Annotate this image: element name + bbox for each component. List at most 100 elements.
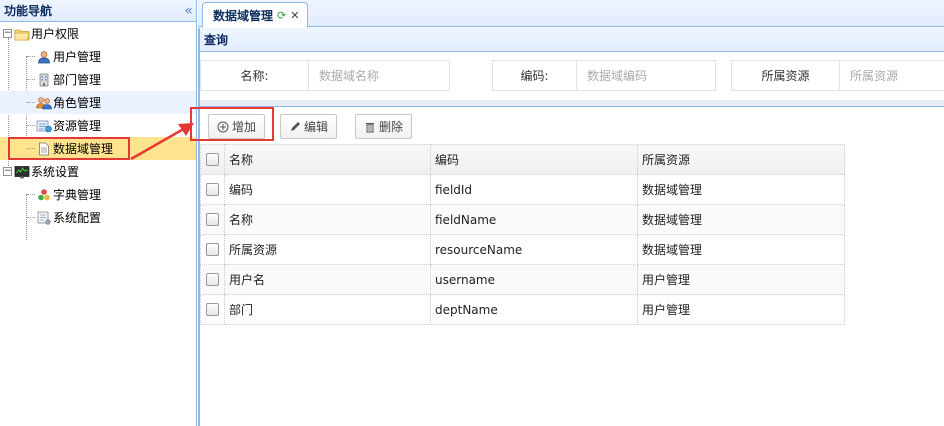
tab-label: 数据域管理 (213, 8, 274, 23)
select-all-checkbox[interactable] (206, 153, 219, 166)
resource-field-label: 所属资源 (732, 61, 840, 90)
collapse-icon[interactable]: « (184, 3, 192, 19)
folder-open-icon (14, 26, 30, 42)
tree-node-label: 用户权限 (31, 27, 80, 41)
cell-code: fieldName (430, 204, 638, 235)
code-query-field: 编码: (492, 60, 716, 91)
role-group-icon (36, 95, 52, 111)
delete-button[interactable]: 删除 (355, 114, 413, 139)
row-checkbox-cell[interactable] (200, 234, 225, 265)
dictionary-icon (36, 187, 52, 203)
cell-code: fieldId (430, 174, 638, 205)
cell-name: 编码 (224, 174, 431, 205)
tree-branch-line (27, 194, 35, 195)
table-row[interactable]: 编码 fieldId 数据域管理 (200, 174, 845, 205)
tree-branch-line (27, 56, 35, 57)
cell-resource: 用户管理 (637, 294, 845, 325)
tree-branch-line (27, 79, 35, 80)
tree-node-label: 系统设置 (31, 165, 80, 179)
row-checkbox[interactable] (206, 243, 219, 256)
selection-highlight-box (8, 137, 130, 160)
column-header-name[interactable]: 名称 (224, 144, 431, 175)
column-header-resource[interactable]: 所属资源 (637, 144, 845, 175)
cell-name: 所属资源 (224, 234, 431, 265)
select-all-cell[interactable] (200, 144, 225, 175)
resource-input[interactable] (840, 61, 944, 90)
nav-tree: − 用户权限 用户管理 部门管理 角色管理 资源管理 数据域管理 − 系统设置 … (0, 22, 196, 240)
code-input[interactable] (577, 61, 715, 90)
tree-node-label: 部门管理 (53, 73, 102, 87)
row-checkbox[interactable] (206, 183, 219, 196)
add-highlight-box (190, 107, 274, 141)
row-checkbox-cell[interactable] (200, 174, 225, 205)
tree-node-label: 资源管理 (53, 119, 102, 133)
close-icon[interactable]: ✕ (290, 9, 299, 22)
cell-resource: 数据域管理 (637, 174, 845, 205)
edit-button-label: 编辑 (304, 120, 329, 134)
toolbar: 增加 编辑 删除 (190, 107, 944, 144)
pencil-icon (291, 121, 300, 131)
cell-code: deptName (430, 294, 638, 325)
cell-resource: 数据域管理 (637, 204, 845, 235)
tree-node-label: 系统配置 (53, 211, 102, 225)
table-row[interactable]: 所属资源 resourceName 数据域管理 (200, 234, 845, 265)
monitor-icon (14, 164, 30, 180)
delete-button-label: 删除 (379, 120, 404, 134)
tree-node-label: 字典管理 (53, 188, 102, 202)
grid-header-row: 名称 编码 所属资源 (200, 144, 845, 175)
tree-node-label: 用户管理 (53, 50, 102, 64)
user-icon (36, 49, 52, 65)
row-checkbox[interactable] (206, 213, 219, 226)
cell-code: username (430, 264, 638, 295)
cell-code: resourceName (430, 234, 638, 265)
tree-branch-line (27, 102, 35, 103)
column-header-code[interactable]: 编码 (430, 144, 638, 175)
config-icon (36, 210, 52, 226)
tree-branch-line (27, 217, 35, 218)
refresh-icon[interactable]: ⟳ (277, 9, 286, 22)
collapse-toggle-icon[interactable]: − (3, 29, 12, 38)
cell-resource: 用户管理 (637, 264, 845, 295)
tree-node-system-settings[interactable]: − 系统设置 (0, 160, 196, 183)
tree-node-dictionary-management[interactable]: 字典管理 (0, 183, 196, 206)
table-row[interactable]: 部门 deptName 用户管理 (200, 294, 845, 325)
data-grid: 名称 编码 所属资源 编码 fieldId 数据域管理 名称 fieldName… (200, 144, 944, 325)
cell-resource: 数据域管理 (637, 234, 845, 265)
main-panel: 数据域管理 ⟳ ✕ 查询 名称: 编码: 所属资源 增加 编辑 (190, 0, 944, 426)
building-icon (36, 72, 52, 88)
cell-name: 用户名 (224, 264, 431, 295)
row-checkbox-cell[interactable] (200, 264, 225, 295)
tree-node-system-config[interactable]: 系统配置 (0, 206, 196, 229)
row-checkbox[interactable] (206, 303, 219, 316)
query-form: 名称: 编码: 所属资源 (200, 52, 944, 100)
collapse-toggle-icon[interactable]: − (3, 167, 12, 176)
row-checkbox-cell[interactable] (200, 294, 225, 325)
tab-bar: 数据域管理 ⟳ ✕ (198, 0, 944, 28)
sidebar-title: 功能导航 (4, 4, 53, 18)
row-checkbox[interactable] (206, 273, 219, 286)
tree-node-user-permission[interactable]: − 用户权限 (0, 22, 196, 45)
name-input[interactable] (309, 61, 449, 90)
cell-name: 部门 (224, 294, 431, 325)
edit-button[interactable]: 编辑 (280, 114, 338, 139)
cell-name: 名称 (224, 204, 431, 235)
row-checkbox-cell[interactable] (200, 204, 225, 235)
name-field-label: 名称: (201, 61, 309, 90)
trash-icon (366, 122, 374, 132)
resource-query-field: 所属资源 (731, 60, 944, 91)
name-query-field: 名称: (200, 60, 450, 91)
sidebar: 功能导航 « − 用户权限 用户管理 部门管理 角色管理 资源管理 数据域管理 … (0, 0, 197, 426)
tree-node-dept-management[interactable]: 部门管理 (0, 68, 196, 91)
tree-branch-line (27, 125, 35, 126)
tree-node-resource-management[interactable]: 资源管理 (0, 114, 196, 137)
tree-node-role-management[interactable]: 角色管理 (0, 91, 196, 114)
resource-icon (36, 118, 52, 134)
tab-data-domain-management[interactable]: 数据域管理 ⟳ ✕ (202, 2, 309, 28)
table-row[interactable]: 名称 fieldName 数据域管理 (200, 204, 845, 235)
tree-node-user-management[interactable]: 用户管理 (0, 45, 196, 68)
section-divider (200, 100, 944, 107)
code-field-label: 编码: (493, 61, 577, 90)
table-row[interactable]: 用户名 username 用户管理 (200, 264, 845, 295)
query-panel-title: 查询 (200, 28, 944, 52)
sidebar-header: 功能导航 « (0, 0, 196, 22)
